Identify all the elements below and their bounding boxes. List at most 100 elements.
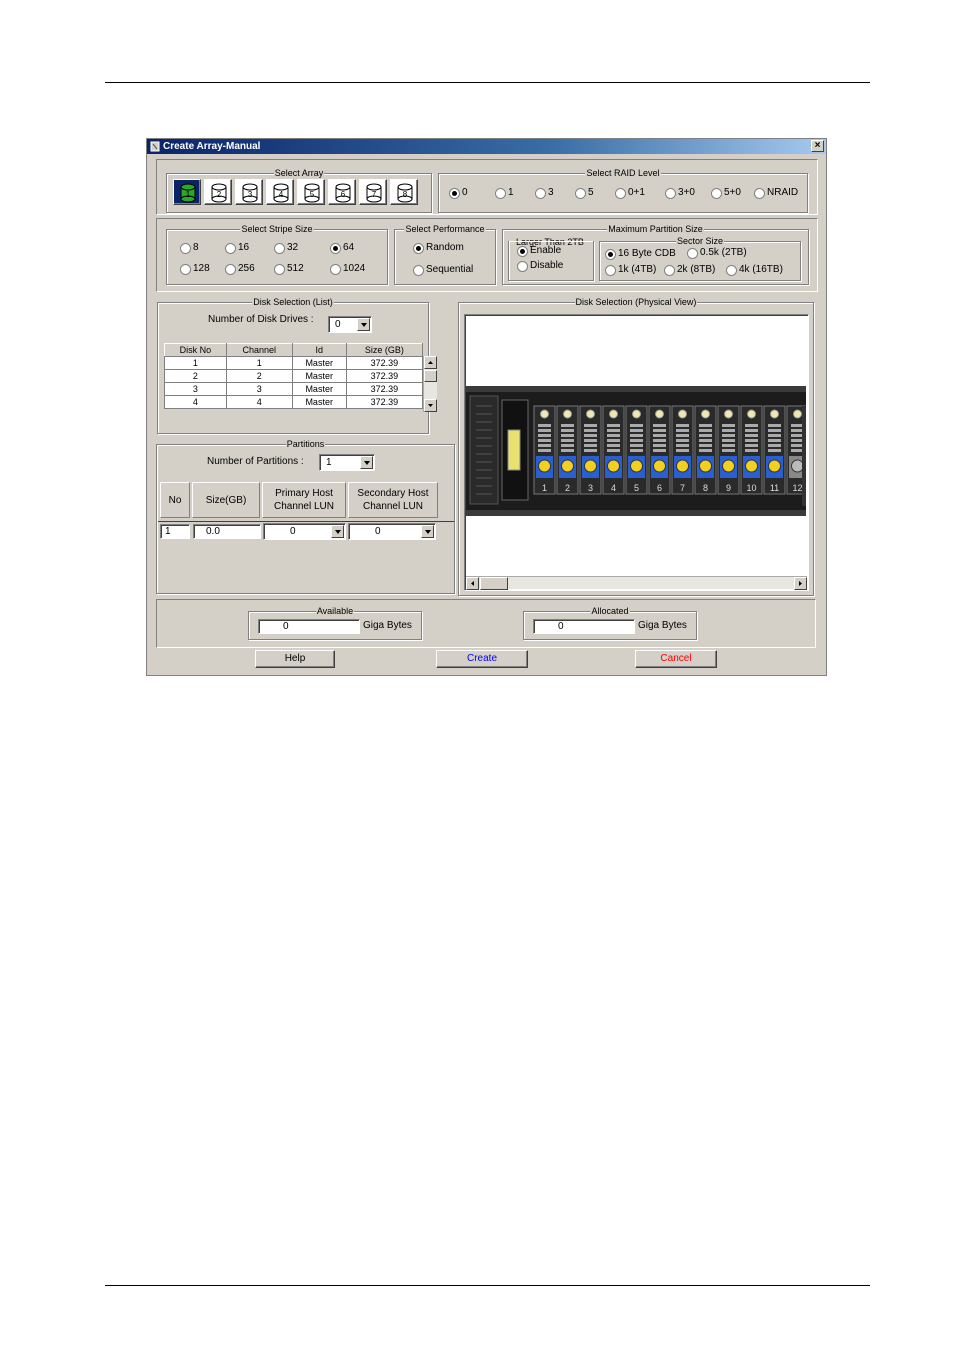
drive-bay-4[interactable]: 4 xyxy=(602,405,625,495)
drive-bay-1[interactable]: 1 xyxy=(533,405,556,495)
chevron-down-icon[interactable] xyxy=(421,525,434,538)
chevron-down-icon[interactable] xyxy=(331,525,344,538)
physical-view[interactable]: 1 2 3 4 5 6 7 8 9 10 11 12 xyxy=(464,314,809,591)
array-button-label: 7 xyxy=(372,190,377,199)
sector-1k-radio[interactable]: 1k (4TB) xyxy=(605,264,656,276)
stripe-option-64[interactable]: 64 xyxy=(330,242,354,254)
partition-count-select[interactable]: 1 xyxy=(319,454,375,471)
disk-col-header[interactable]: Disk No xyxy=(164,343,227,357)
chevron-down-icon[interactable] xyxy=(360,456,373,469)
allocated-field: 0 xyxy=(533,619,635,634)
stripe-option-512[interactable]: 512 xyxy=(274,263,304,275)
disk-enclosure-image[interactable]: 1 2 3 4 5 6 7 8 9 10 11 12 xyxy=(466,316,806,574)
performance-sequential-radio[interactable]: Sequential xyxy=(413,264,473,276)
table-row[interactable]: 4 4 Master 372.39 xyxy=(164,395,424,409)
stripe-option-16[interactable]: 16 xyxy=(225,242,249,254)
disk-cylinder-icon: 3 xyxy=(242,183,258,203)
raid-option-5+0[interactable]: 5+0 xyxy=(711,187,741,199)
drive-bay-10[interactable]: 10 xyxy=(740,405,763,495)
col-size: Size(GB) xyxy=(192,482,260,518)
drive-bay-label: 7 xyxy=(680,483,685,493)
raid-option-3[interactable]: 3 xyxy=(535,187,554,199)
scroll-down-icon[interactable] xyxy=(424,399,437,412)
drive-bay-11[interactable]: 11 xyxy=(763,405,786,495)
allocated-group: Allocated 0 Giga Bytes xyxy=(523,606,697,640)
hscroll-thumb[interactable] xyxy=(480,577,508,590)
drive-bay-7[interactable]: 7 xyxy=(671,405,694,495)
table-row[interactable]: 1 1 Master 372.39 xyxy=(164,356,424,370)
disk-col-header[interactable]: Channel xyxy=(225,343,293,357)
table-cell: Master xyxy=(291,369,347,383)
disk-col-header[interactable]: Size (GB) xyxy=(345,343,424,357)
table-cell: 1 xyxy=(164,356,227,370)
partitions-group: Partitions Number of Partitions : 1 No S… xyxy=(156,439,455,594)
disk-count-select[interactable]: 0 xyxy=(328,316,372,333)
secondary-lun-select[interactable]: 0 xyxy=(348,523,436,540)
array-button-2[interactable]: 2 xyxy=(204,179,232,205)
disk-cylinder-icon: 7 xyxy=(366,183,382,203)
larger-disable-radio[interactable]: Disable xyxy=(517,260,563,272)
larger-than-2tb-group: Enable Disable xyxy=(508,241,594,281)
select-array-group: Select Array 1 2 3 4 5 6 7 8 xyxy=(166,168,432,213)
scroll-thumb[interactable] xyxy=(424,370,437,382)
disk-count-value: 0 xyxy=(335,319,341,330)
cancel-button[interactable]: Cancel xyxy=(635,650,717,668)
array-button-6[interactable]: 6 xyxy=(328,179,356,205)
performance-random-radio[interactable]: Random xyxy=(413,242,464,254)
primary-lun-value: 0 xyxy=(290,526,296,537)
sector-2k-radio[interactable]: 2k (8TB) xyxy=(664,264,715,276)
stripe-option-8[interactable]: 8 xyxy=(180,242,199,254)
array-button-5[interactable]: 5 xyxy=(297,179,325,205)
sector-16byte-radio[interactable]: 16 Byte CDB xyxy=(605,248,676,260)
partition-size-input[interactable]: 0.0 xyxy=(193,524,261,539)
array-button-4[interactable]: 4 xyxy=(266,179,294,205)
drive-bay-2[interactable]: 2 xyxy=(556,405,579,495)
raid-option-0+1[interactable]: 0+1 xyxy=(615,187,645,199)
larger-enable-radio[interactable]: Enable xyxy=(517,245,561,257)
table-cell: 4 xyxy=(164,395,227,409)
raid-option-5[interactable]: 5 xyxy=(575,187,594,199)
close-button[interactable]: × xyxy=(811,140,824,152)
physical-hscrollbar[interactable] xyxy=(466,576,807,590)
raid-option-NRAID[interactable]: NRAID xyxy=(754,187,798,199)
performance-group: Select Performance Random Sequential xyxy=(394,224,496,285)
sector-4k-radio[interactable]: 4k (16TB) xyxy=(726,264,783,276)
scroll-up-icon[interactable] xyxy=(424,356,437,369)
drive-bay-label: 1 xyxy=(542,483,547,493)
stripe-option-1024[interactable]: 1024 xyxy=(330,263,365,275)
raid-option-0[interactable]: 0 xyxy=(449,187,468,199)
raid-level-legend: Select RAID Level xyxy=(585,168,661,178)
array-button-3[interactable]: 3 xyxy=(235,179,263,205)
app-icon xyxy=(150,141,160,152)
drive-bay-label: 8 xyxy=(703,483,708,493)
array-button-7[interactable]: 7 xyxy=(359,179,387,205)
drive-bay-5[interactable]: 5 xyxy=(625,405,648,495)
disk-list-table: Disk No Channel Id Size (GB) 1 1 Master 372.39… xyxy=(164,343,424,409)
chevron-down-icon[interactable] xyxy=(357,318,370,331)
scroll-right-icon[interactable] xyxy=(794,577,807,590)
drive-bay-label: 4 xyxy=(611,483,616,493)
scroll-left-icon[interactable] xyxy=(466,577,479,590)
create-button[interactable]: Create xyxy=(436,650,528,668)
drive-bay-8[interactable]: 8 xyxy=(694,405,717,495)
stripe-option-32[interactable]: 32 xyxy=(274,242,298,254)
drive-bay-9[interactable]: 9 xyxy=(717,405,740,495)
array-button-8[interactable]: 8 xyxy=(390,179,418,205)
table-row[interactable]: 3 3 Master 372.39 xyxy=(164,382,424,396)
primary-lun-select[interactable]: 0 xyxy=(263,523,346,540)
disk-col-header[interactable]: Id xyxy=(291,343,347,357)
raid-option-1[interactable]: 1 xyxy=(495,187,514,199)
stripe-option-128[interactable]: 128 xyxy=(180,263,210,275)
partition-no-field: 1 xyxy=(160,524,190,539)
table-cell: Master xyxy=(291,356,347,370)
disk-list-scrollbar[interactable] xyxy=(423,356,437,412)
table-row[interactable]: 2 2 Master 372.39 xyxy=(164,369,424,383)
help-button[interactable]: Help xyxy=(255,650,335,668)
drive-bay-6[interactable]: 6 xyxy=(648,405,671,495)
array-button-1[interactable]: 1 xyxy=(173,179,201,205)
sector-0.5k-radio[interactable]: 0.5k (2TB) xyxy=(687,247,747,259)
raid-option-3+0[interactable]: 3+0 xyxy=(665,187,695,199)
max-partition-group: Maximum Partition Size Larger Than 2TB E… xyxy=(502,224,809,285)
stripe-option-256[interactable]: 256 xyxy=(225,263,255,275)
drive-bay-3[interactable]: 3 xyxy=(579,405,602,495)
